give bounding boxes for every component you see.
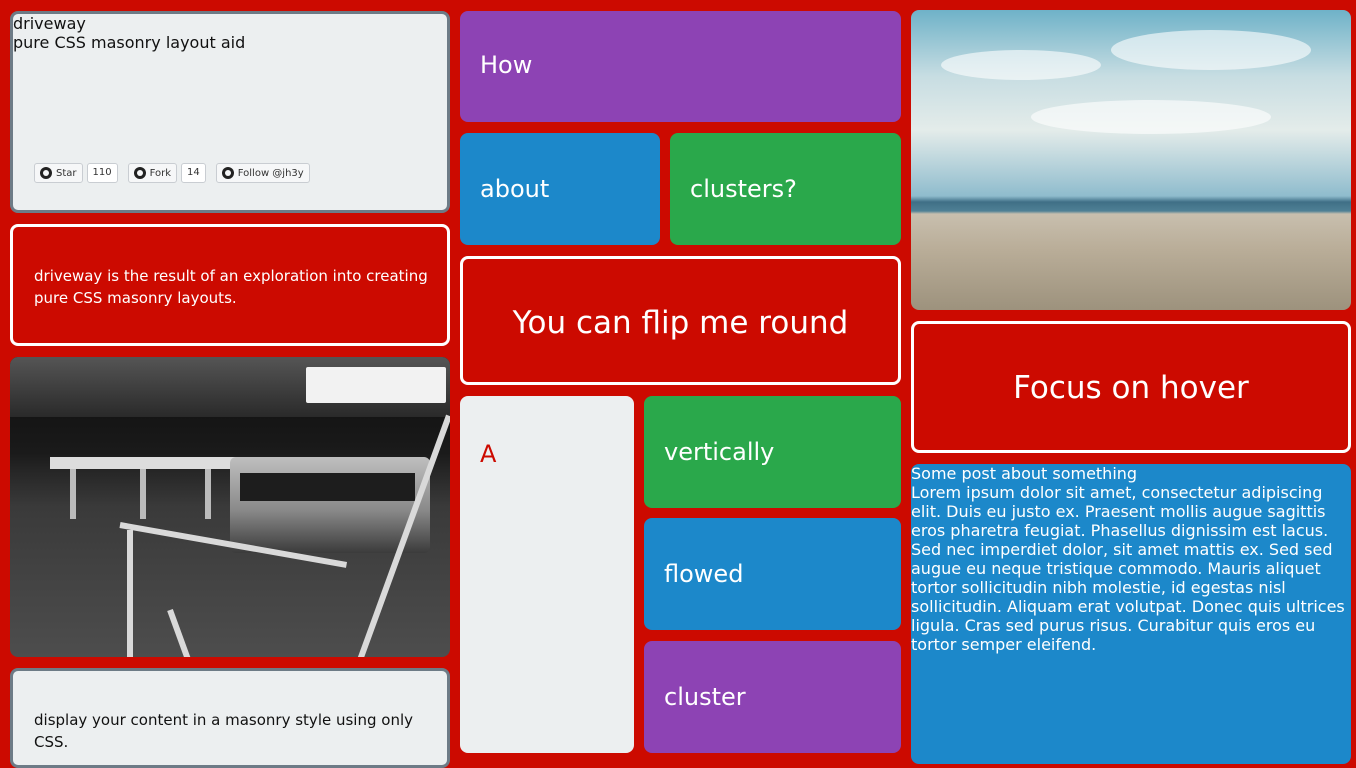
tile-vertically-label: vertically [664,438,775,466]
photo-station-post [140,469,146,519]
tile-cluster[interactable]: cluster [644,641,901,753]
tile-flowed[interactable]: flowed [644,518,901,630]
github-star-group: Star 110 [34,163,118,183]
follow-button[interactable]: Follow @jh3y [215,163,310,183]
follow-label: Follow @jh3y [237,167,304,179]
beach-photo[interactable] [911,10,1351,310]
photo-cloud [1111,30,1311,70]
night-bus-photo[interactable] [10,357,450,657]
photo-station-post [70,469,76,519]
site-title: driveway [13,14,86,33]
post-title: Some post about something [911,464,1138,483]
description-card[interactable]: driveway is the result of an exploration… [10,224,450,346]
photo-station-post [205,469,211,519]
tile-how-label: How [480,51,533,79]
flip-card-label: You can flip me round [512,305,849,341]
display-note-card: display your content in a masonry style … [10,668,450,768]
tile-clusters-label: clusters? [690,175,797,203]
star-button[interactable]: Star [34,163,83,183]
display-note-text: display your content in a masonry style … [34,711,413,751]
photo-cloud [941,50,1101,80]
intro-card: driveway pure CSS masonry layout aid Sta… [10,11,450,213]
fork-button[interactable]: Fork [127,163,178,183]
focus-card[interactable]: Focus on hover [911,321,1351,453]
photo-lane-line [167,608,201,657]
star-label: Star [56,167,77,179]
focus-card-label: Focus on hover [1013,370,1249,406]
tile-about-label: about [480,175,550,203]
tile-about[interactable]: about [460,133,660,245]
github-icon [221,167,234,179]
github-fork-group: Fork 14 [127,163,206,183]
star-count[interactable]: 110 [86,163,118,183]
post-card[interactable]: Some post about something Lorem ipsum do… [911,464,1351,764]
github-icon [40,167,52,179]
tile-vertically[interactable]: vertically [644,396,901,508]
github-icon [133,167,146,179]
site-subtitle: pure CSS masonry layout aid [13,33,246,52]
description-text: driveway is the result of an exploration… [34,267,428,307]
tile-cluster-label: cluster [664,683,746,711]
tile-flowed-label: flowed [664,560,744,588]
photo-sign [306,367,446,403]
photo-station-roof [50,457,250,469]
tile-a[interactable]: A [460,396,634,753]
tile-clusters[interactable]: clusters? [670,133,901,245]
post-body: Lorem ipsum dolor sit amet, consectetur … [911,483,1345,654]
photo-cloud [1031,100,1271,134]
tile-a-label: A [480,440,497,468]
github-buttons: Star 110 Fork 14 Follow @jh3y [34,163,310,183]
tile-how[interactable]: How [460,11,901,122]
photo-lane-line [127,530,133,657]
fork-count[interactable]: 14 [181,163,206,183]
flip-card[interactable]: You can flip me round [460,256,901,385]
fork-label: Fork [149,167,172,179]
